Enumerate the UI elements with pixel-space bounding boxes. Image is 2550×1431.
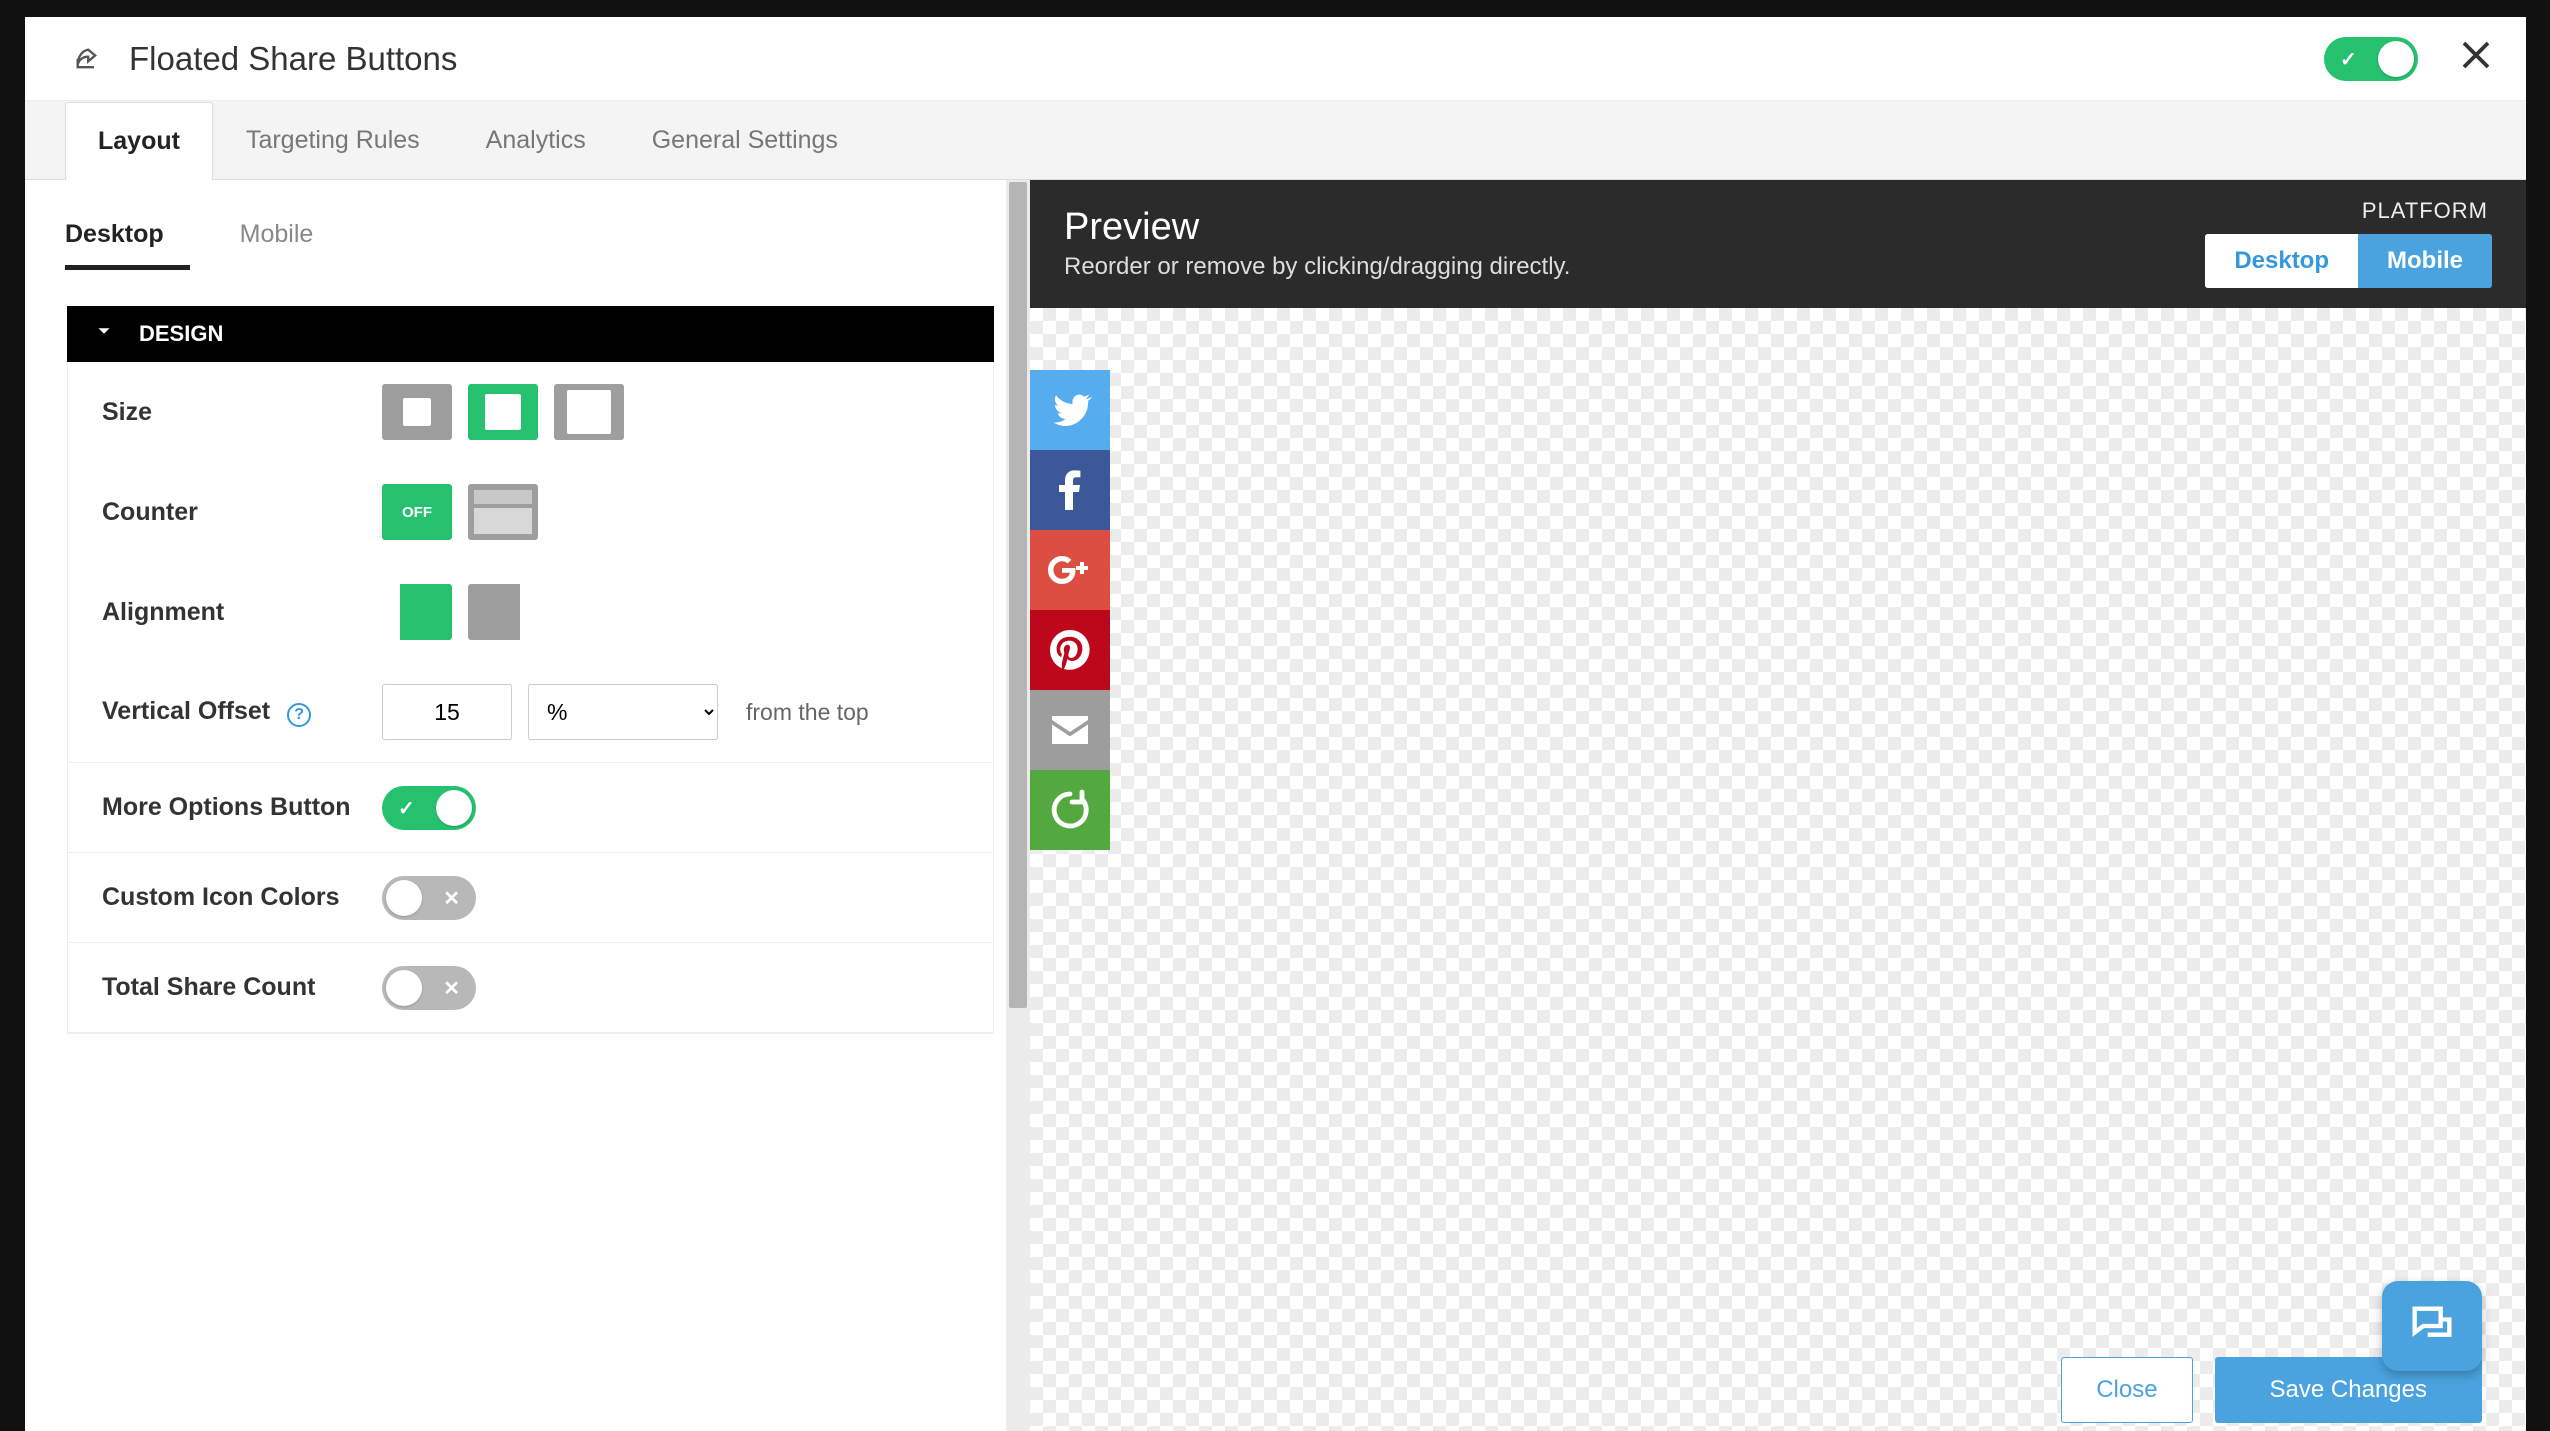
custom-colors-label: Custom Icon Colors <box>102 883 382 912</box>
vertical-offset-input[interactable] <box>382 684 512 740</box>
pinterest-icon <box>1046 626 1094 674</box>
twitter-icon <box>1046 386 1094 434</box>
platform-desktop-button[interactable]: Desktop <box>2205 234 2358 288</box>
share-twitter-button[interactable] <box>1030 370 1110 450</box>
size-option-large[interactable] <box>554 384 624 440</box>
vertical-offset-suffix: from the top <box>746 699 869 726</box>
preview-canvas <box>1030 308 2526 1431</box>
total-share-count-label: Total Share Count <box>102 973 382 1002</box>
tab-analytics[interactable]: Analytics <box>453 101 619 179</box>
size-option-medium[interactable] <box>468 384 538 440</box>
chat-fab[interactable] <box>2382 1281 2482 1371</box>
share-email-button[interactable] <box>1030 690 1110 770</box>
modal-title: Floated Share Buttons <box>129 40 2324 78</box>
platform-mobile-button[interactable]: Mobile <box>2358 234 2492 288</box>
custom-colors-toggle[interactable] <box>382 876 476 920</box>
preview-panel: Preview Reorder or remove by clicking/dr… <box>1030 180 2526 1431</box>
tab-general-settings[interactable]: General Settings <box>619 101 871 179</box>
subtab-desktop[interactable]: Desktop <box>65 210 190 270</box>
settings-modal: Floated Share Buttons Layout Targeting R… <box>25 17 2526 1431</box>
more-options-label: More Options Button <box>102 793 382 822</box>
vertical-offset-label: Vertical Offset ? <box>102 697 382 727</box>
settings-scrollbar[interactable] <box>1006 180 1030 1431</box>
design-section-title: DESIGN <box>139 321 223 347</box>
alignment-option-right[interactable] <box>468 584 538 640</box>
tab-targeting-rules[interactable]: Targeting Rules <box>213 101 453 179</box>
settings-panel: Desktop Mobile DESIGN Size <box>25 180 1030 1431</box>
design-accordion-header[interactable]: DESIGN <box>67 306 994 362</box>
size-option-small[interactable] <box>382 384 452 440</box>
close-icon[interactable] <box>2458 37 2494 80</box>
share-icon <box>73 45 101 73</box>
share-pinterest-button[interactable] <box>1030 610 1110 690</box>
share-more-button[interactable] <box>1030 770 1110 850</box>
modal-titlebar: Floated Share Buttons <box>25 17 2526 101</box>
tab-layout[interactable]: Layout <box>65 102 213 180</box>
enable-toggle[interactable] <box>2324 37 2418 81</box>
alignment-label: Alignment <box>102 598 382 627</box>
share-googleplus-button[interactable] <box>1030 530 1110 610</box>
share-button-column <box>1030 370 1110 850</box>
preview-title: Preview <box>1064 206 2205 249</box>
alignment-option-left[interactable] <box>382 584 452 640</box>
subtab-mobile[interactable]: Mobile <box>240 210 340 270</box>
main-tabs: Layout Targeting Rules Analytics General… <box>25 101 2526 180</box>
preview-subtitle: Reorder or remove by clicking/dragging d… <box>1064 253 2205 281</box>
facebook-icon <box>1046 466 1094 514</box>
help-icon[interactable]: ? <box>287 703 311 727</box>
chevron-down-icon <box>93 320 115 348</box>
total-share-count-toggle[interactable] <box>382 966 476 1010</box>
device-subtabs: Desktop Mobile <box>25 180 1030 270</box>
close-button[interactable]: Close <box>2061 1357 2192 1423</box>
more-icon <box>1046 786 1094 834</box>
vertical-offset-unit-select[interactable]: % <box>528 684 718 740</box>
more-options-toggle[interactable] <box>382 786 476 830</box>
google-plus-icon <box>1046 546 1094 594</box>
counter-option-off[interactable]: OFF <box>382 484 452 540</box>
email-icon <box>1046 706 1094 754</box>
chat-icon <box>2406 1300 2458 1352</box>
counter-label: Counter <box>102 498 382 527</box>
share-facebook-button[interactable] <box>1030 450 1110 530</box>
size-label: Size <box>102 398 382 427</box>
platform-label: PLATFORM <box>2205 198 2492 224</box>
counter-option-on[interactable] <box>468 484 538 540</box>
